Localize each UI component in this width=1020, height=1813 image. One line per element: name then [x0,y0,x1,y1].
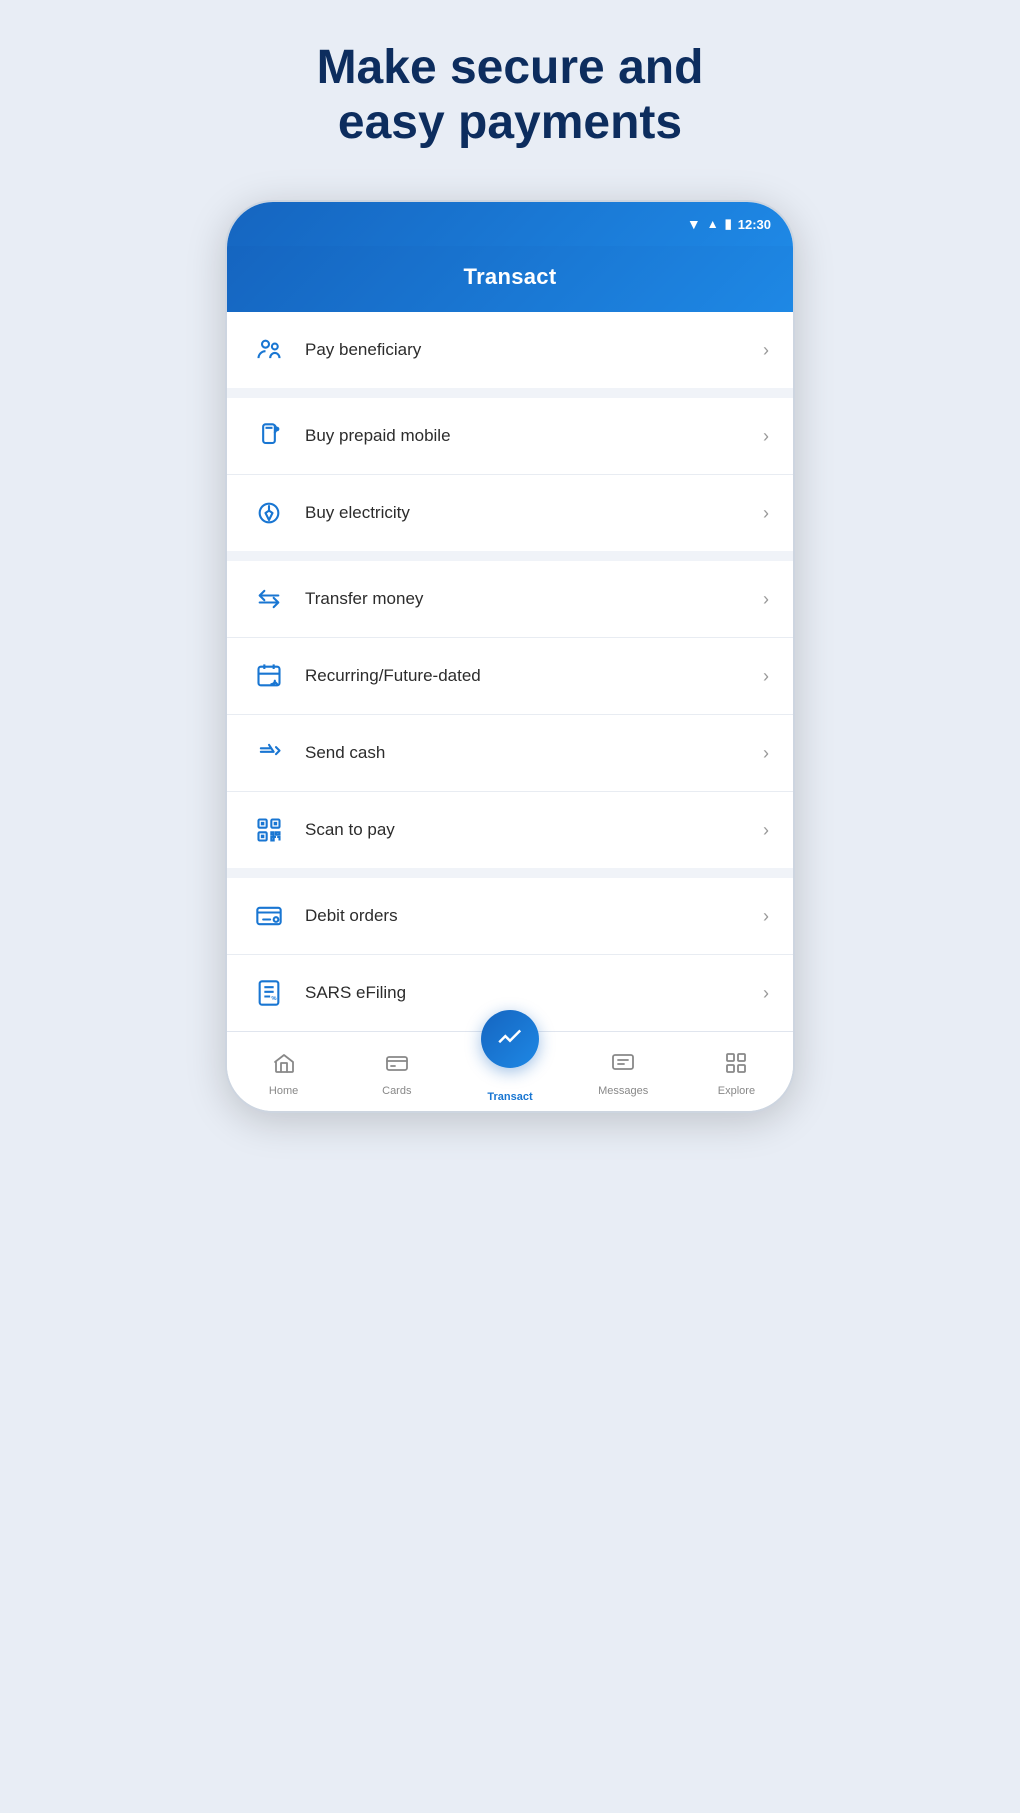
svg-text:%: % [271,996,277,1002]
chevron-right-icon: › [763,666,769,687]
buy-prepaid-mobile-label: Buy prepaid mobile [305,426,763,446]
qr-icon [251,812,287,848]
chevron-right-icon: › [763,589,769,610]
battery-icon: ▮ [725,216,732,232]
scan-to-pay-label: Scan to pay [305,820,763,840]
chevron-right-icon: › [763,426,769,447]
nav-item-transact[interactable]: Transact [453,1032,566,1111]
transact-nav-label: Transact [487,1091,532,1103]
chevron-right-icon: › [763,340,769,361]
signal-icon: ▲ [707,217,719,231]
explore-nav-label: Explore [718,1085,755,1097]
nav-item-explore[interactable]: Explore [680,1032,793,1111]
menu-list: Pay beneficiary › Buy prepaid mobile › B… [227,312,793,1031]
sars-icon: % [251,975,287,1011]
pay-beneficiary-label: Pay beneficiary [305,340,763,360]
recurring-label: Recurring/Future-dated [305,666,763,686]
chevron-right-icon: › [763,743,769,764]
menu-item-transfer-money[interactable]: Transfer money › [227,561,793,638]
section-divider-1 [227,388,793,398]
send-cash-icon [251,735,287,771]
app-header: Transact [227,246,793,312]
transact-circle [481,1010,539,1068]
send-cash-label: Send cash [305,743,763,763]
nav-item-home[interactable]: Home [227,1032,340,1111]
status-bar: ▼ ▲ ▮ 12:30 [227,202,793,246]
recurring-icon [251,658,287,694]
chevron-right-icon: › [763,503,769,524]
menu-item-buy-electricity[interactable]: Buy electricity › [227,475,793,551]
explore-icon [724,1051,748,1081]
page-headline: Make secure and easy payments [317,40,704,150]
nav-item-cards[interactable]: Cards [340,1032,453,1111]
debit-orders-icon [251,898,287,934]
menu-section-other: Debit orders › % SARS eFiling › [227,878,793,1031]
messages-icon [611,1051,635,1081]
debit-orders-label: Debit orders [305,906,763,926]
transfer-icon [251,581,287,617]
messages-nav-label: Messages [598,1085,648,1097]
mobile-icon [251,418,287,454]
bottom-nav: Home Cards Transact [227,1031,793,1111]
section-divider-3 [227,868,793,878]
sars-efiling-label: SARS eFiling [305,983,763,1003]
section-divider-2 [227,551,793,561]
home-nav-label: Home [269,1085,298,1097]
menu-section-transfers: Transfer money › Recurring/Future-dated … [227,561,793,868]
menu-item-buy-prepaid-mobile[interactable]: Buy prepaid mobile › [227,398,793,475]
menu-item-send-cash[interactable]: Send cash › [227,715,793,792]
nav-item-messages[interactable]: Messages [567,1032,680,1111]
phone-frame: ▼ ▲ ▮ 12:30 Transact Pay beneficiary › [225,200,795,1113]
buy-electricity-label: Buy electricity [305,503,763,523]
menu-item-debit-orders[interactable]: Debit orders › [227,878,793,955]
cards-nav-label: Cards [382,1085,411,1097]
beneficiary-icon [251,332,287,368]
chevron-right-icon: › [763,820,769,841]
electricity-icon [251,495,287,531]
transfer-money-label: Transfer money [305,589,763,609]
wifi-icon: ▼ [687,216,701,232]
cards-icon [385,1051,409,1081]
menu-item-pay-beneficiary[interactable]: Pay beneficiary › [227,312,793,388]
menu-item-scan-to-pay[interactable]: Scan to pay › [227,792,793,868]
chevron-right-icon: › [763,906,769,927]
home-icon [272,1051,296,1081]
menu-section-utilities: Buy prepaid mobile › Buy electricity › [227,398,793,551]
clock: 12:30 [738,217,771,232]
menu-item-recurring[interactable]: Recurring/Future-dated › [227,638,793,715]
screen-title: Transact [227,264,793,290]
menu-section-pay: Pay beneficiary › [227,312,793,388]
chevron-right-icon: › [763,983,769,1004]
